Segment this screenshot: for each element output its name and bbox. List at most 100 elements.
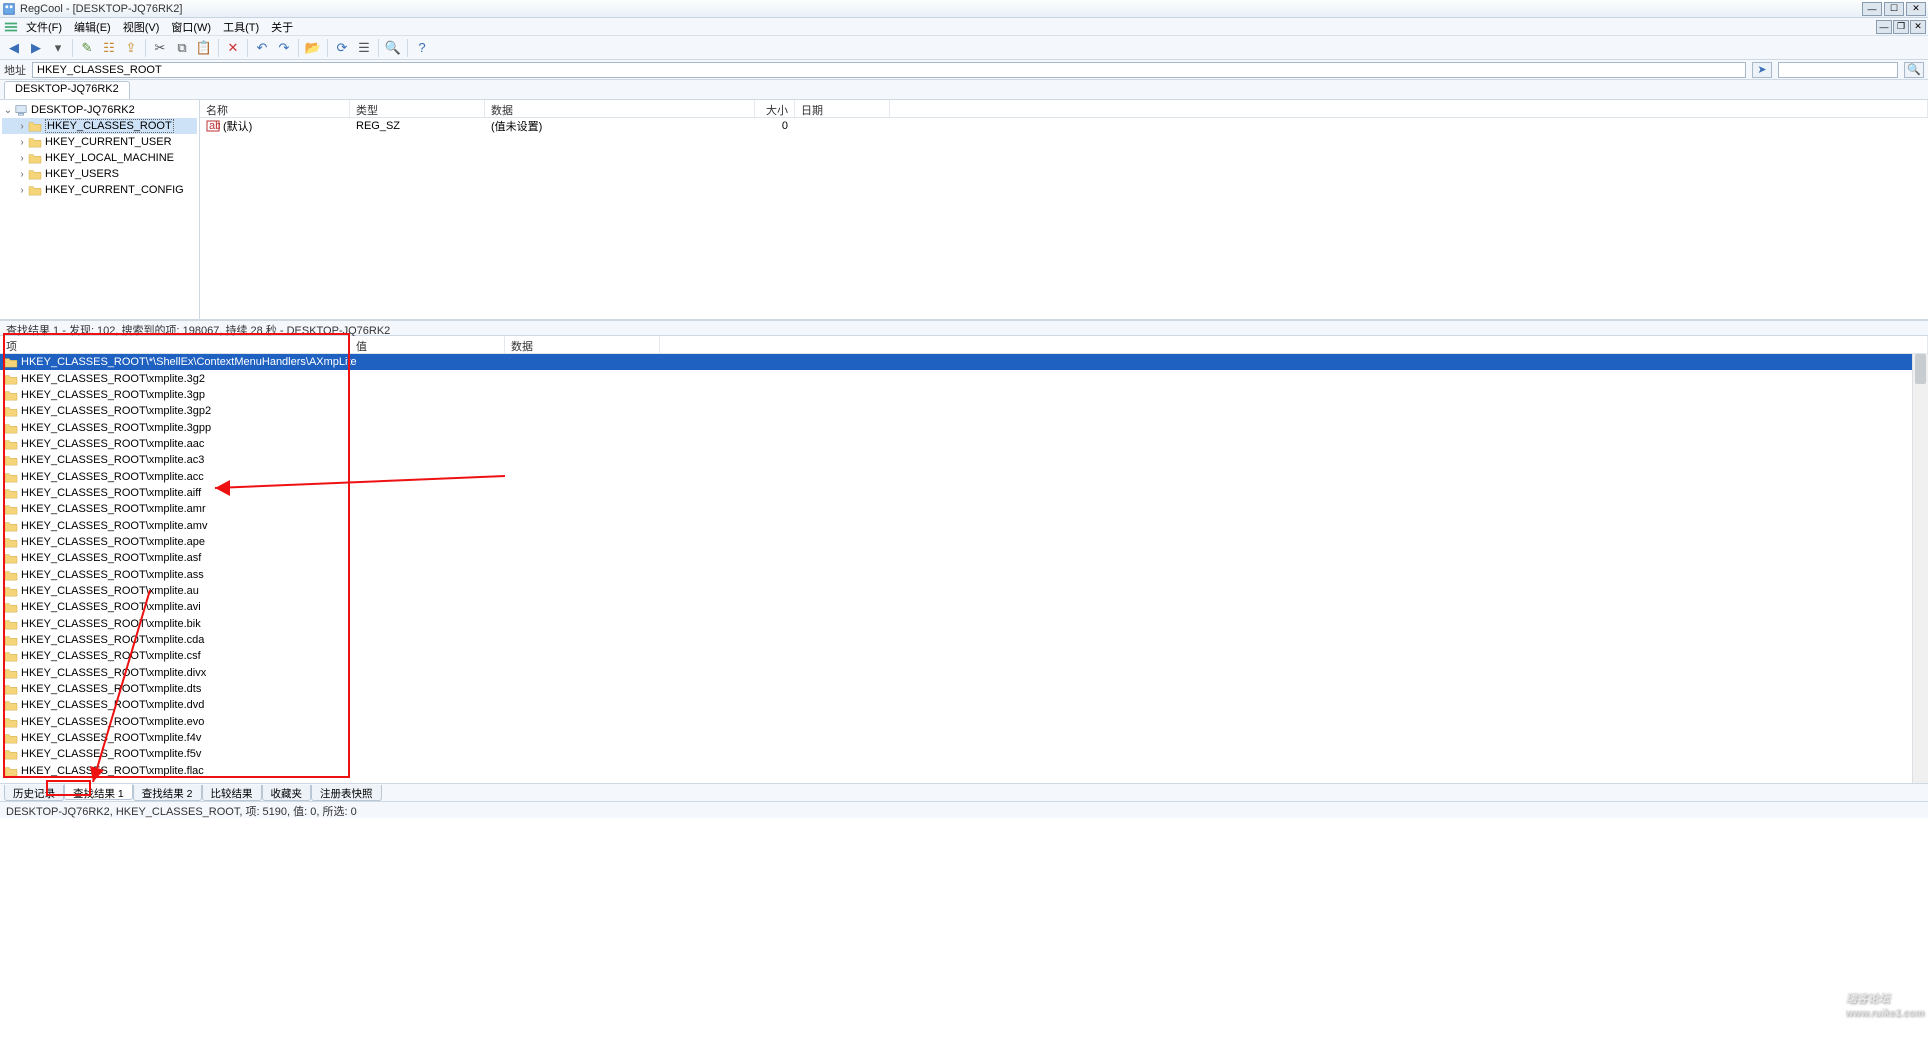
close-button[interactable]: ✕ bbox=[1906, 2, 1926, 16]
open-button[interactable]: 📂 bbox=[303, 38, 323, 58]
search-button[interactable]: 🔍 bbox=[1904, 62, 1924, 78]
result-row[interactable]: HKEY_CLASSES_ROOT\xmplite.bik bbox=[0, 616, 1928, 632]
result-row[interactable]: HKEY_CLASSES_ROOT\xmplite.f5v bbox=[0, 746, 1928, 762]
watermark: 瑞客论坛 www.ruike1.com bbox=[1845, 985, 1924, 1019]
result-row[interactable]: HKEY_CLASSES_ROOT\xmplite.3gp bbox=[0, 387, 1928, 403]
results-pane[interactable]: 项 值 数据 HKEY_CLASSES_ROOT\*\ShellEx\Conte… bbox=[0, 336, 1928, 784]
help-button[interactable]: ? bbox=[412, 38, 432, 58]
tree-item[interactable]: ›HKEY_CURRENT_USER bbox=[2, 134, 197, 150]
forward-button[interactable]: ▶ bbox=[26, 38, 46, 58]
result-row[interactable]: HKEY_CLASSES_ROOT\xmplite.cda bbox=[0, 632, 1928, 648]
new-key-button[interactable]: ✎ bbox=[77, 38, 97, 58]
paste-icon: 📋 bbox=[196, 40, 212, 56]
value-type: REG_SZ bbox=[350, 119, 485, 133]
expand-icon[interactable]: › bbox=[16, 137, 28, 148]
bottom-tab[interactable]: 收藏夹 bbox=[262, 785, 312, 801]
redo-button[interactable]: ↷ bbox=[274, 38, 294, 58]
back-button[interactable]: ◀ bbox=[4, 38, 24, 58]
menu-item[interactable]: 关于 bbox=[265, 21, 299, 35]
paste-button[interactable]: 📋 bbox=[194, 38, 214, 58]
result-row[interactable]: HKEY_CLASSES_ROOT\xmplite.divx bbox=[0, 665, 1928, 681]
expand-icon[interactable]: › bbox=[16, 121, 28, 132]
result-row[interactable]: HKEY_CLASSES_ROOT\xmplite.f4v bbox=[0, 730, 1928, 746]
result-row[interactable]: HKEY_CLASSES_ROOT\*\ShellEx\ContextMenuH… bbox=[0, 354, 1928, 370]
expand-icon[interactable]: › bbox=[16, 185, 28, 196]
bottom-tab[interactable]: 历史记录 bbox=[4, 785, 64, 801]
col-date[interactable]: 日期 bbox=[795, 100, 890, 117]
address-input[interactable] bbox=[32, 62, 1746, 78]
undo-button[interactable]: ↶ bbox=[252, 38, 272, 58]
result-row[interactable]: HKEY_CLASSES_ROOT\xmplite.aiff bbox=[0, 485, 1928, 501]
value-row[interactable]: ab (默认) REG_SZ (值未设置) 0 bbox=[200, 118, 1928, 134]
tree-root-label: DESKTOP-JQ76RK2 bbox=[31, 104, 135, 116]
maximize-button[interactable]: ☐ bbox=[1884, 2, 1904, 16]
rescol-data[interactable]: 数据 bbox=[505, 336, 660, 353]
expand-icon[interactable]: › bbox=[16, 153, 28, 164]
results-scrollbar[interactable] bbox=[1912, 354, 1928, 783]
bottom-tab[interactable]: 查找结果 1 bbox=[64, 784, 133, 800]
search-input[interactable] bbox=[1778, 62, 1898, 78]
tree-item[interactable]: ›HKEY_USERS bbox=[2, 166, 197, 182]
new-value-button[interactable]: ☷ bbox=[99, 38, 119, 58]
expand-icon[interactable]: ⌄ bbox=[2, 105, 14, 116]
result-path: HKEY_CLASSES_ROOT\xmplite.acc bbox=[21, 471, 367, 483]
result-row[interactable]: HKEY_CLASSES_ROOT\xmplite.au bbox=[0, 583, 1928, 599]
undo-icon: ↶ bbox=[257, 40, 268, 56]
document-tab[interactable]: DESKTOP-JQ76RK2 bbox=[4, 81, 130, 99]
result-row[interactable]: HKEY_CLASSES_ROOT\xmplite.3gpp bbox=[0, 419, 1928, 435]
result-row[interactable]: HKEY_CLASSES_ROOT\xmplite.asf bbox=[0, 550, 1928, 566]
menu-item[interactable]: 视图(V) bbox=[117, 21, 166, 35]
menu-item[interactable]: 文件(F) bbox=[20, 21, 68, 35]
result-row[interactable]: HKEY_CLASSES_ROOT\xmplite.aac bbox=[0, 436, 1928, 452]
rescol-value[interactable]: 值 bbox=[350, 336, 505, 353]
col-type[interactable]: 类型 bbox=[350, 100, 485, 117]
result-row[interactable]: HKEY_CLASSES_ROOT\xmplite.ac3 bbox=[0, 452, 1928, 468]
result-row[interactable]: HKEY_CLASSES_ROOT\xmplite.acc bbox=[0, 468, 1928, 484]
result-row[interactable]: HKEY_CLASSES_ROOT\xmplite.amr bbox=[0, 501, 1928, 517]
tree-pane[interactable]: ⌄ DESKTOP-JQ76RK2 ›HKEY_CLASSES_ROOT›HKE… bbox=[0, 100, 200, 319]
result-row[interactable]: HKEY_CLASSES_ROOT\xmplite.ass bbox=[0, 566, 1928, 582]
menu-item[interactable]: 编辑(E) bbox=[68, 21, 117, 35]
result-row[interactable]: HKEY_CLASSES_ROOT\xmplite.amv bbox=[0, 517, 1928, 533]
tree-item[interactable]: ›HKEY_LOCAL_MACHINE bbox=[2, 150, 197, 166]
expand-icon[interactable]: › bbox=[16, 169, 28, 180]
result-row[interactable]: HKEY_CLASSES_ROOT\xmplite.evo bbox=[0, 714, 1928, 730]
result-row[interactable]: HKEY_CLASSES_ROOT\xmplite.ape bbox=[0, 534, 1928, 550]
menu-item[interactable]: 窗口(W) bbox=[165, 21, 217, 35]
export-button[interactable]: ⇪ bbox=[121, 38, 141, 58]
tree-root[interactable]: ⌄ DESKTOP-JQ76RK2 bbox=[2, 102, 197, 118]
result-row[interactable]: HKEY_CLASSES_ROOT\xmplite.dvd bbox=[0, 697, 1928, 713]
col-data[interactable]: 数据 bbox=[485, 100, 755, 117]
delete-button[interactable]: ✕ bbox=[223, 38, 243, 58]
result-row[interactable]: HKEY_CLASSES_ROOT\xmplite.dts bbox=[0, 681, 1928, 697]
properties-button[interactable]: ☰ bbox=[354, 38, 374, 58]
find-button[interactable]: 🔍 bbox=[383, 38, 403, 58]
tree-item[interactable]: ›HKEY_CLASSES_ROOT bbox=[2, 118, 197, 134]
menu-item[interactable]: 工具(T) bbox=[217, 21, 265, 35]
minimize-button[interactable]: — bbox=[1862, 2, 1882, 16]
result-row[interactable]: HKEY_CLASSES_ROOT\xmplite.3g2 bbox=[0, 370, 1928, 386]
cut-button[interactable]: ✂ bbox=[150, 38, 170, 58]
rescol-item[interactable]: 项 bbox=[0, 336, 350, 353]
result-row[interactable]: HKEY_CLASSES_ROOT\xmplite.flac bbox=[0, 763, 1928, 779]
bottom-tab[interactable]: 注册表快照 bbox=[311, 785, 382, 801]
col-size[interactable]: 大小 bbox=[755, 100, 795, 117]
mdi-close-button[interactable]: ✕ bbox=[1910, 20, 1926, 34]
mdi-restore-button[interactable]: ❐ bbox=[1893, 20, 1909, 34]
copy-button[interactable]: ⧉ bbox=[172, 38, 192, 58]
bottom-tab[interactable]: 查找结果 2 bbox=[133, 785, 202, 801]
dropdown-button[interactable]: ▾ bbox=[48, 38, 68, 58]
tree-item[interactable]: ›HKEY_CURRENT_CONFIG bbox=[2, 182, 197, 198]
result-row[interactable]: HKEY_CLASSES_ROOT\xmplite.csf bbox=[0, 648, 1928, 664]
col-name[interactable]: 名称 bbox=[200, 100, 350, 117]
bottom-tab[interactable]: 比较结果 bbox=[202, 785, 262, 801]
address-go-button[interactable]: ➤ bbox=[1752, 62, 1772, 78]
refresh-button[interactable]: ⟳ bbox=[332, 38, 352, 58]
result-path: HKEY_CLASSES_ROOT\*\ShellEx\ContextMenuH… bbox=[21, 356, 681, 368]
cut-icon: ✂ bbox=[155, 40, 166, 56]
result-path: HKEY_CLASSES_ROOT\xmplite.au bbox=[21, 585, 367, 597]
values-pane[interactable]: 名称 类型 数据 大小 日期 ab (默认) REG_SZ (值未设置) 0 bbox=[200, 100, 1928, 319]
result-row[interactable]: HKEY_CLASSES_ROOT\xmplite.3gp2 bbox=[0, 403, 1928, 419]
result-row[interactable]: HKEY_CLASSES_ROOT\xmplite.avi bbox=[0, 599, 1928, 615]
mdi-minimize-button[interactable]: — bbox=[1876, 20, 1892, 34]
